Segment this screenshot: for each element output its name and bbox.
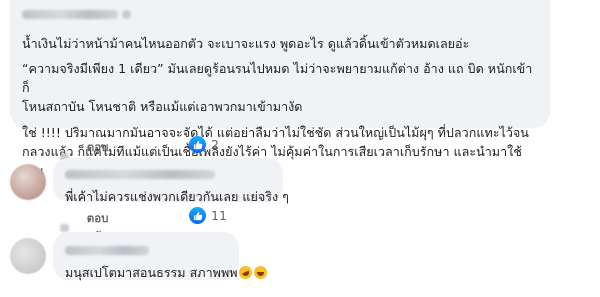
comment-author[interactable] [22,4,538,23]
like-icon [189,136,206,153]
comment-text: มนุสเปโตมาสอนธรรม สภาพพพ [65,263,267,282]
like-count: 2 [211,137,219,152]
comment-bubble: น้ำเงินไม่ว่าหน้าม้าคนไหนออกตัว จะเบาจะแ… [10,0,550,178]
comment-bubble: มนุสเปโตมาสอนธรรม สภาพพพ [53,232,267,282]
comment-text-content: มนุสเปโตมาสอนธรรม สภาพพพ [65,265,238,280]
comment-text: พี่เค้าไม่ควรแช่งพวกเดียวกันเลย แย่จริง … [65,189,289,204]
like-count-badge[interactable]: 2 [189,136,219,153]
comment-author[interactable] [65,240,227,259]
grinning-sweat-emoji-icon [253,266,267,279]
comment-text-paragraph: “ความจริงมีเพียง 1 เดียว” มันเลยดูร้อนรน… [22,61,533,114]
rolling-on-floor-laughing-emoji-icon [236,263,254,282]
avatar[interactable] [10,164,46,200]
comment-bubble: พี่เค้าไม่ควรแช่งพวกเดียวกันเลย แย่จริง … [53,158,289,204]
like-icon [189,207,206,224]
like-count-badge[interactable]: 11 [189,207,227,224]
comment-text-paragraph: น้ำเงินไม่ว่าหน้าม้าคนไหนออกตัว จะเบาจะแ… [22,36,470,51]
like-count: 11 [211,208,227,223]
comment-author[interactable] [65,164,271,183]
comment-timestamp[interactable] [60,224,69,232]
avatar[interactable] [10,238,46,274]
